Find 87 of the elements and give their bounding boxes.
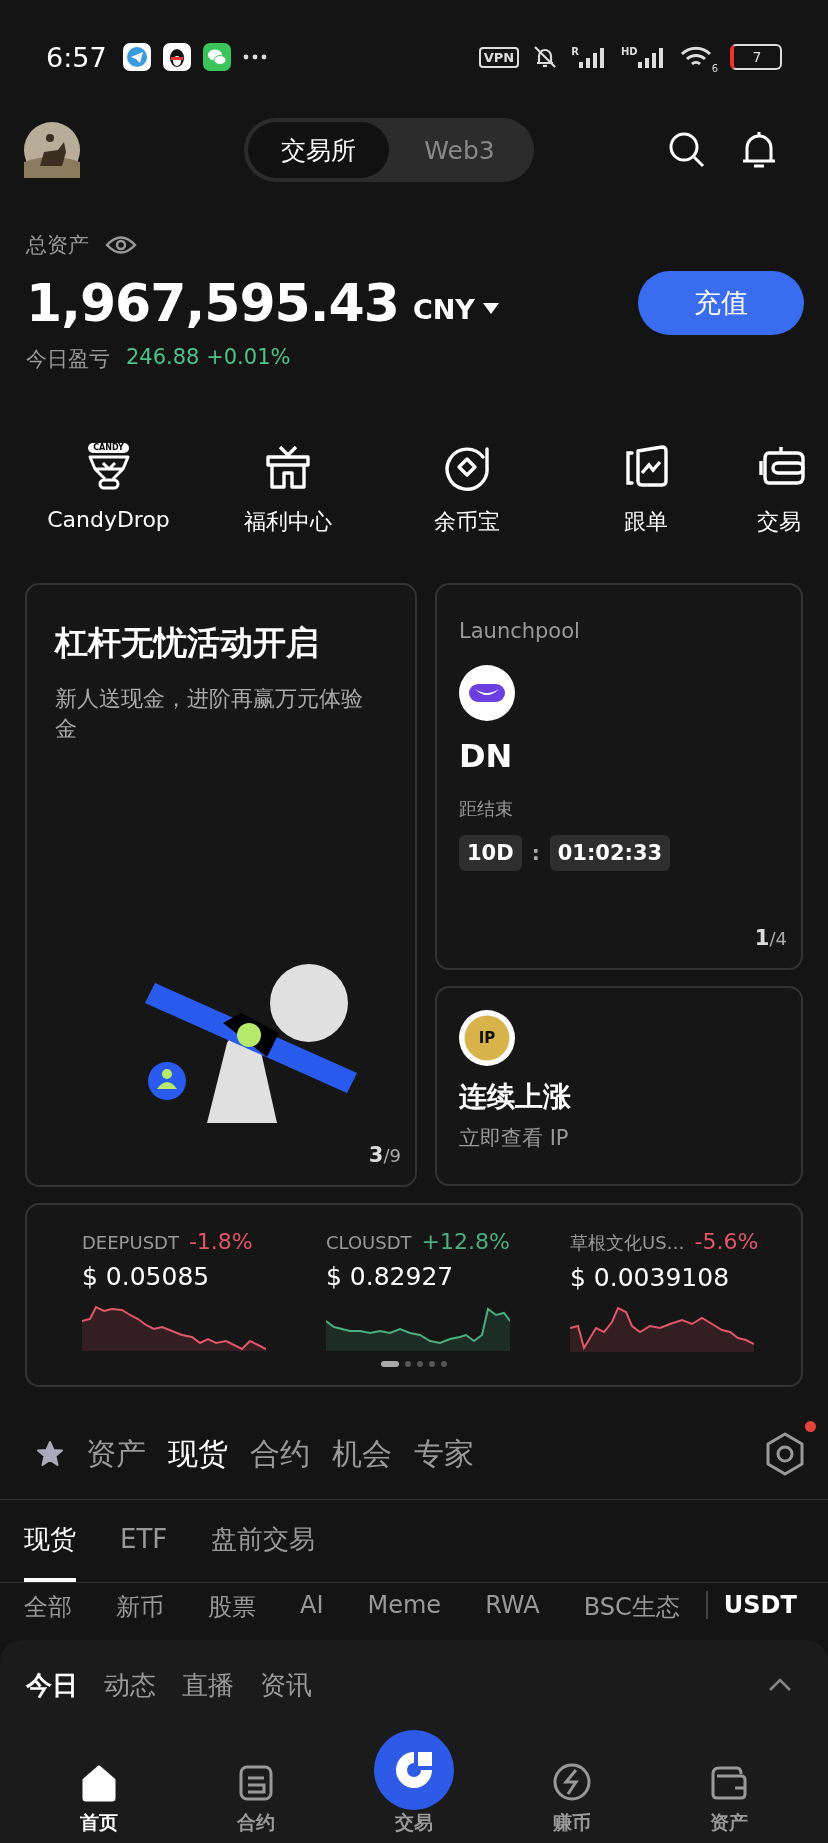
countdown-label: 距结束 bbox=[459, 797, 513, 821]
more-icon bbox=[242, 54, 267, 60]
nav-label[interactable]: 首页 bbox=[79, 1810, 118, 1836]
battery-indicator: 7 bbox=[730, 44, 782, 70]
trend-title: 连续上涨 bbox=[459, 1079, 571, 1115]
market-tab[interactable]: 机会 bbox=[332, 1433, 392, 1475]
nav-label[interactable]: 赚币 bbox=[552, 1810, 591, 1836]
category-filter[interactable]: Meme bbox=[367, 1591, 442, 1619]
shortcut-label[interactable]: 跟单 bbox=[623, 507, 668, 537]
countdown-time: 01:02:33 bbox=[549, 835, 671, 871]
token-logo-icon bbox=[459, 665, 515, 721]
page-indicator: 1/4 bbox=[754, 926, 787, 950]
promo-title: 杠杆无忧活动开启 bbox=[55, 622, 320, 664]
ticker-price: $ 0.82927 bbox=[326, 1262, 455, 1291]
ticker-pair[interactable]: 草根文化US… bbox=[570, 1231, 685, 1255]
shortcut-label[interactable]: CandyDrop bbox=[47, 507, 170, 532]
daily-pnl-label: 今日盈亏 bbox=[26, 346, 110, 373]
page-indicator: 3/9 bbox=[368, 1143, 401, 1167]
avatar[interactable] bbox=[24, 122, 80, 178]
category-filter[interactable]: RWA bbox=[485, 1591, 540, 1619]
category-filter[interactable]: AI bbox=[300, 1591, 324, 1619]
wallet-icon[interactable] bbox=[709, 1764, 750, 1802]
feed-tab[interactable]: 动态 bbox=[104, 1667, 156, 1703]
paper-plane-app-icon bbox=[122, 43, 151, 71]
category-filter[interactable]: 全部 bbox=[24, 1591, 72, 1623]
countdown-separator: : bbox=[531, 841, 540, 865]
market-tab[interactable]: 合约 bbox=[250, 1433, 310, 1475]
trade-button-icon[interactable] bbox=[374, 1730, 454, 1810]
nav-label[interactable]: 合约 bbox=[237, 1810, 276, 1836]
token-logo-icon: IP bbox=[459, 1010, 515, 1066]
market-tab[interactable]: 专家 bbox=[414, 1433, 474, 1475]
coin-icon[interactable] bbox=[551, 1762, 592, 1802]
token-symbol: DN bbox=[459, 737, 513, 775]
quote-currency-selector[interactable]: USDT bbox=[723, 1591, 797, 1619]
gift-icon[interactable] bbox=[263, 443, 312, 491]
caret-icon[interactable] bbox=[482, 303, 499, 315]
spot-sub-tab[interactable]: 现货 bbox=[24, 1500, 76, 1582]
chevron-up-icon[interactable] bbox=[768, 1678, 792, 1692]
star-icon[interactable] bbox=[36, 1440, 64, 1468]
wifi-label: 6 bbox=[711, 63, 718, 74]
nav-label[interactable]: 资产 bbox=[710, 1810, 749, 1836]
chat-app-icon bbox=[202, 43, 231, 71]
signal-label: R bbox=[571, 46, 579, 57]
ticker-pair[interactable]: DEEPUSDT bbox=[82, 1232, 179, 1253]
ticker-change: +12.8% bbox=[421, 1229, 510, 1254]
exchange-tab[interactable]: Web3 bbox=[389, 122, 530, 178]
notification-dot bbox=[805, 1421, 816, 1432]
countdown-days: 10D bbox=[459, 835, 522, 871]
signal-label: HD bbox=[620, 46, 638, 57]
penguin-app-icon bbox=[162, 43, 191, 71]
trend-subtitle: 立即查看 IP bbox=[459, 1125, 569, 1152]
document-icon[interactable] bbox=[237, 1764, 276, 1802]
notification-bell-icon[interactable] bbox=[740, 130, 778, 170]
spot-sub-tab[interactable]: ETF bbox=[120, 1500, 168, 1582]
total-assets-amount: 1,967,595.43 bbox=[26, 273, 399, 333]
spot-sub-tab[interactable]: 盘前交易 bbox=[211, 1500, 316, 1582]
currency-selector[interactable]: CNY bbox=[412, 293, 475, 325]
eye-icon[interactable] bbox=[105, 234, 137, 256]
feed-tab[interactable]: 直播 bbox=[182, 1667, 234, 1703]
launchpool-label: Launchpool bbox=[459, 619, 580, 643]
nav-label[interactable]: 交易 bbox=[395, 1810, 433, 1836]
category-filter[interactable]: 股票 bbox=[208, 1591, 256, 1623]
total-assets-label: 总资产 bbox=[26, 232, 89, 259]
trend-card[interactable]: IP 连续上涨 立即查看 IP bbox=[435, 986, 803, 1186]
daily-pnl-value: 246.88 +0.01% bbox=[126, 345, 291, 371]
ticker-price: $ 0.05085 bbox=[82, 1262, 211, 1291]
shortcut-label[interactable]: 余币宝 bbox=[433, 507, 500, 537]
category-filter[interactable]: BSC生态 bbox=[583, 1591, 680, 1623]
status-time: 6:57 bbox=[46, 41, 107, 73]
vpn-indicator: VPN bbox=[478, 46, 520, 68]
ticker-change: -1.8% bbox=[188, 1229, 253, 1254]
ticker-pair[interactable]: CLOUSDT bbox=[326, 1232, 412, 1253]
promo-subtitle: 新人送现金，进阶再赢万元体验金 bbox=[55, 685, 364, 743]
ticker-change: -5.6% bbox=[694, 1229, 759, 1254]
shortcut-label[interactable]: 交易 bbox=[757, 507, 801, 537]
ticker-price: $ 0.0039108 bbox=[570, 1263, 731, 1292]
deposit-button[interactable]: 充值 bbox=[638, 271, 804, 335]
feed-tab[interactable]: 资讯 bbox=[260, 1667, 312, 1703]
market-tab[interactable]: 现货 bbox=[168, 1433, 228, 1475]
exchange-tab[interactable]: 交易所 bbox=[248, 122, 389, 178]
launchpool-card[interactable]: Launchpool DN 距结束 10D : 01:02:33 1/4 bbox=[435, 583, 803, 970]
category-filter[interactable]: 新币 bbox=[116, 1591, 164, 1623]
feed-tab[interactable]: 今日 bbox=[26, 1667, 78, 1703]
market-tab[interactable]: 资产 bbox=[86, 1433, 146, 1475]
shortcut-label[interactable]: 福利中心 bbox=[243, 507, 332, 537]
promo-card[interactable]: 杠杆无忧活动开启 新人送现金，进阶再赢万元体验金 3/9 bbox=[25, 583, 417, 1187]
search-icon[interactable] bbox=[668, 131, 706, 169]
